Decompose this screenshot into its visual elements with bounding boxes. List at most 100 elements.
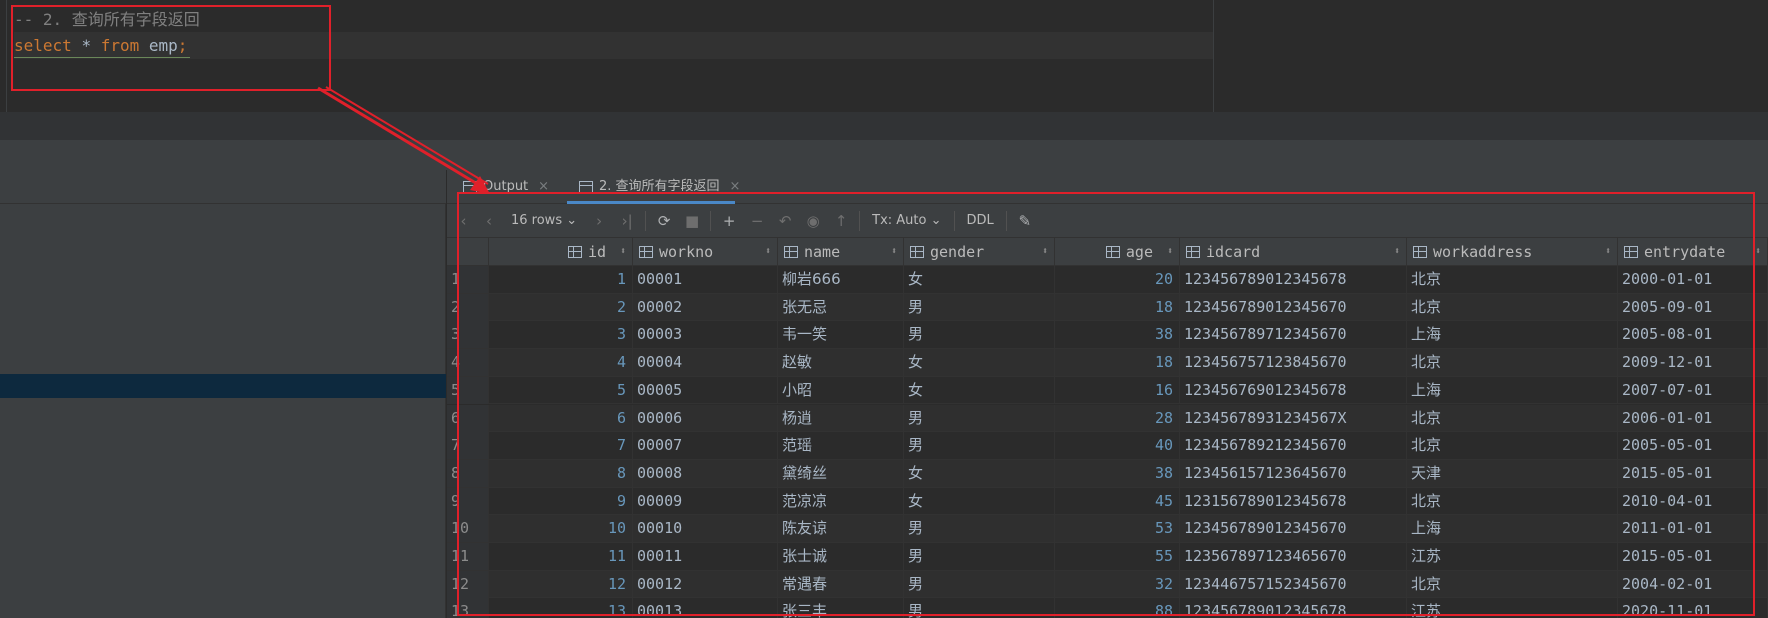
cell-entrydate[interactable]: 2004-02-01	[1618, 570, 1768, 598]
cell-name[interactable]: 小昭	[778, 376, 904, 404]
cell-id[interactable]: 11	[489, 543, 633, 570]
cell-age[interactable]: 20	[1055, 266, 1180, 293]
cell-workno[interactable]: 00002	[633, 293, 778, 321]
cell-gender[interactable]: 女	[904, 349, 1055, 377]
cell-age[interactable]: 18	[1055, 349, 1180, 377]
cell-idcard[interactable]: 123446757152345670	[1180, 570, 1407, 598]
code-comment-line[interactable]: -- 2. 查询所有字段返回	[14, 6, 200, 33]
cell-workno[interactable]: 00011	[633, 543, 778, 570]
table-row[interactable]: 4 4 00004 赵敏女 18 123456757123845670 北京 2009-12-…	[447, 349, 1768, 377]
cell-age[interactable]: 88	[1055, 598, 1180, 618]
last-page-icon[interactable]: ›|	[613, 209, 641, 233]
cell-age[interactable]: 16	[1055, 376, 1180, 404]
cell-workaddress[interactable]: 上海	[1407, 321, 1618, 349]
cell-age[interactable]: 40	[1055, 432, 1180, 460]
cell-name[interactable]: 赵敏	[778, 349, 904, 377]
table-row[interactable]: 5 5 00005 小昭女 16 123456769012345678 上海 2007-07-…	[447, 376, 1768, 405]
cell-id[interactable]: 3	[489, 321, 633, 349]
refresh-icon[interactable]: ⟳	[650, 209, 678, 233]
cell-entrydate[interactable]: 2020-11-01	[1618, 598, 1768, 618]
cell-name[interactable]: 张士诚	[778, 543, 904, 570]
cell-entrydate[interactable]: 2009-12-01	[1618, 349, 1768, 377]
column-header-id[interactable]: id ⬍	[489, 238, 633, 266]
table-row[interactable]: 6 6 00006 杨逍男 28 12345678931234567X 北京 2006-01-…	[447, 404, 1768, 433]
cell-workaddress[interactable]: 北京	[1407, 570, 1618, 598]
cell-id[interactable]: 9	[489, 487, 633, 515]
cell-gender[interactable]: 男	[904, 404, 1055, 432]
close-icon[interactable]: ×	[538, 170, 549, 204]
cell-gender[interactable]: 男	[904, 543, 1055, 570]
tab-query-result[interactable]: 2. 查询所有字段返回 ×	[567, 170, 741, 204]
cell-workaddress[interactable]: 北京	[1407, 432, 1618, 460]
sort-arrows-icon[interactable]: ⬍	[765, 238, 771, 266]
delete-row-icon[interactable]: −	[743, 209, 771, 233]
cell-id[interactable]: 12	[489, 570, 633, 598]
column-header-entrydate[interactable]: entrydate ⬍	[1618, 238, 1768, 266]
services-tree-panel[interactable]	[0, 170, 446, 618]
cell-workno[interactable]: 00007	[633, 432, 778, 460]
table-row[interactable]: 7 7 00007 范瑶男 40 123456789212345670 北京 2005-05-…	[447, 432, 1768, 460]
cell-gender[interactable]: 男	[904, 293, 1055, 321]
cell-age[interactable]: 38	[1055, 459, 1180, 487]
sort-arrows-icon[interactable]: ⬍	[891, 238, 897, 266]
cell-id[interactable]: 1	[489, 266, 633, 293]
cell-entrydate[interactable]: 2005-08-01	[1618, 321, 1768, 349]
cell-idcard[interactable]: 123456769012345678	[1180, 376, 1407, 404]
cell-workno[interactable]: 00008	[633, 459, 778, 487]
rows-count-dropdown[interactable]: 16 rows ⌄	[503, 213, 585, 228]
cell-name[interactable]: 柳岩666	[778, 266, 904, 293]
close-icon[interactable]: ×	[730, 170, 741, 204]
table-row[interactable]: 12 12 00012 常遇春男 32 123446757152345670 北京 2004-…	[447, 570, 1768, 599]
cell-workno[interactable]: 00001	[633, 266, 778, 293]
first-page-icon[interactable]: |‹	[447, 209, 475, 233]
cell-gender[interactable]: 男	[904, 515, 1055, 543]
sort-arrows-icon[interactable]: ⬍	[1394, 238, 1400, 266]
cell-workno[interactable]: 00003	[633, 321, 778, 349]
cell-workaddress[interactable]: 北京	[1407, 487, 1618, 515]
sort-arrows-icon[interactable]: ⬍	[1605, 238, 1611, 266]
cell-age[interactable]: 38	[1055, 321, 1180, 349]
cell-workaddress[interactable]: 上海	[1407, 515, 1618, 543]
cell-idcard[interactable]: 12345678931234567X	[1180, 404, 1407, 432]
cell-idcard[interactable]: 123456789012345670	[1180, 515, 1407, 543]
cell-id[interactable]: 5	[489, 376, 633, 404]
cell-workaddress[interactable]: 江苏	[1407, 543, 1618, 570]
table-row[interactable]: 13 13 00013 张三丰男 88 123456789012345678 江苏 2020-…	[447, 598, 1768, 618]
column-header-workno[interactable]: workno ⬍	[633, 238, 778, 266]
cell-idcard[interactable]: 123456789012345670	[1180, 293, 1407, 321]
sort-arrows-icon[interactable]: ⬍	[1755, 238, 1761, 266]
cell-workno[interactable]: 00005	[633, 376, 778, 404]
cell-entrydate[interactable]: 2005-05-01	[1618, 432, 1768, 460]
tab-output[interactable]: Output ×	[463, 170, 549, 204]
column-header-workaddress[interactable]: workaddress ⬍	[1407, 238, 1618, 266]
cell-entrydate[interactable]: 2005-09-01	[1618, 293, 1768, 321]
cell-workno[interactable]: 00004	[633, 349, 778, 377]
cell-id[interactable]: 13	[489, 598, 633, 618]
table-row[interactable]: 2 2 00002 张无忌男 18 123456789012345670 北京 2005-09…	[447, 293, 1768, 322]
cell-gender[interactable]: 男	[904, 570, 1055, 598]
next-page-icon[interactable]: ›	[585, 209, 613, 233]
code-sql-line[interactable]: select * from emp;	[14, 32, 1213, 59]
cell-workno[interactable]: 00012	[633, 570, 778, 598]
cell-workaddress[interactable]: 北京	[1407, 266, 1618, 293]
cell-id[interactable]: 6	[489, 404, 633, 432]
cell-workaddress[interactable]: 北京	[1407, 293, 1618, 321]
cell-entrydate[interactable]: 2011-01-01	[1618, 515, 1768, 543]
cell-age[interactable]: 55	[1055, 543, 1180, 570]
cell-idcard[interactable]: 123567897123465670	[1180, 543, 1407, 570]
cell-gender[interactable]: 女	[904, 487, 1055, 515]
cell-name[interactable]: 张无忌	[778, 293, 904, 321]
cell-idcard[interactable]: 123456789012345678	[1180, 266, 1407, 293]
cell-idcard[interactable]: 123456157123645670	[1180, 459, 1407, 487]
table-row[interactable]: 11 11 00011 张士诚男 55 123567897123465670 江苏 2015-…	[447, 543, 1768, 571]
preview-changes-icon[interactable]: ◉	[799, 209, 827, 233]
pin-icon[interactable]: ✎	[1011, 209, 1039, 233]
submit-icon[interactable]: ↑	[827, 209, 855, 233]
cell-gender[interactable]: 男	[904, 598, 1055, 618]
cell-gender[interactable]: 男	[904, 432, 1055, 460]
transaction-mode-dropdown[interactable]: Tx: Auto ⌄	[864, 213, 949, 228]
cell-workaddress[interactable]: 上海	[1407, 376, 1618, 404]
revert-icon[interactable]: ↶	[771, 209, 799, 233]
cell-entrydate[interactable]: 2006-01-01	[1618, 404, 1768, 432]
cell-name[interactable]: 范凉凉	[778, 487, 904, 515]
